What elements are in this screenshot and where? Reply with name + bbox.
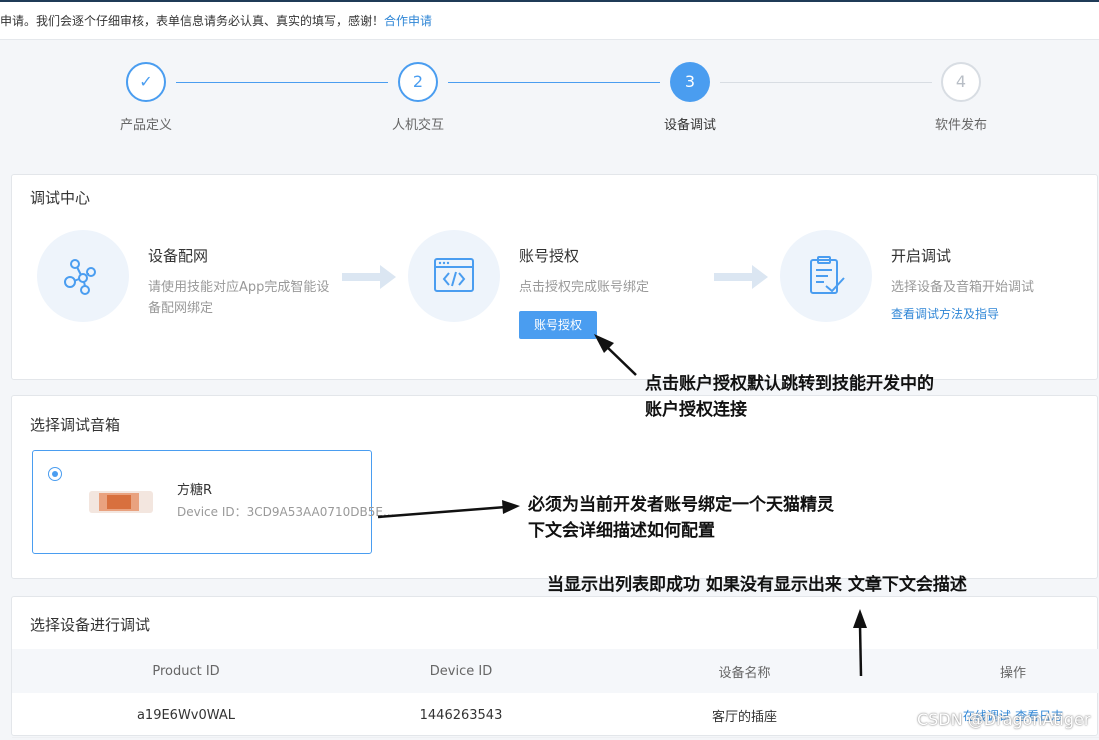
annotation-auth-line2: 账户授权连接: [645, 400, 747, 420]
annotation-auth-line1: 点击账户授权默认跳转到技能开发中的: [645, 374, 934, 394]
annotation-speaker-line1: 必须为当前开发者账号绑定一个天猫精灵: [528, 495, 834, 515]
annotation-speaker-line2: 下文会详细描述如何配置: [528, 521, 715, 541]
annotation-arrows: [377, 334, 867, 677]
annotation-list-note: 当显示出列表即成功 如果没有显示出来 文章下文会描述: [547, 575, 967, 595]
watermark: CSDN @DragonAtiger: [917, 710, 1091, 729]
